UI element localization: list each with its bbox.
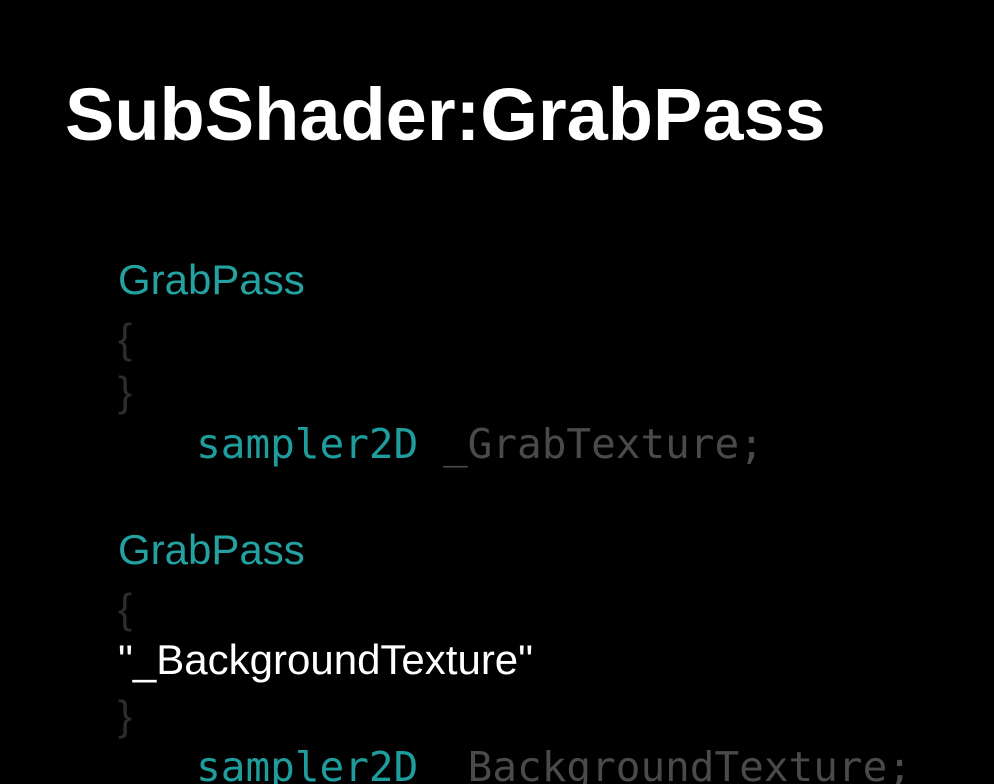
grabpass-keyword: GrabPass <box>118 526 305 573</box>
background-texture-string: "_BackgroundTexture" <box>118 636 534 683</box>
code-line-grabpass-2: GrabPass <box>48 478 305 573</box>
code-line-string: "_BackgroundTexture" <box>48 588 533 683</box>
code-line-open-brace-2: { <box>48 537 132 632</box>
code-line-close-brace-1: } <box>48 320 132 415</box>
code-line-grabpass-1: GrabPass <box>48 208 305 303</box>
grabpass-keyword: GrabPass <box>118 256 305 303</box>
code-line-sampler-2: sampler2D _BackgroundTexture; <box>48 695 912 784</box>
grab-texture-identifier: _GrabTexture; <box>418 420 764 468</box>
code-line-sampler-1: sampler2D _GrabTexture; <box>48 372 764 468</box>
code-line-open-brace-1: { <box>48 267 132 362</box>
code-line-close-brace-2: } <box>48 644 132 739</box>
code-listing: GrabPass { } sampler2D _GrabTexture; Gra… <box>48 0 968 784</box>
sampler2d-type: sampler2D <box>196 743 419 784</box>
sampler2d-type: sampler2D <box>196 420 419 468</box>
slide: SubShader:GrabPass GrabPass { } sampler2… <box>0 0 994 784</box>
background-texture-identifier: _BackgroundTexture; <box>418 743 912 784</box>
